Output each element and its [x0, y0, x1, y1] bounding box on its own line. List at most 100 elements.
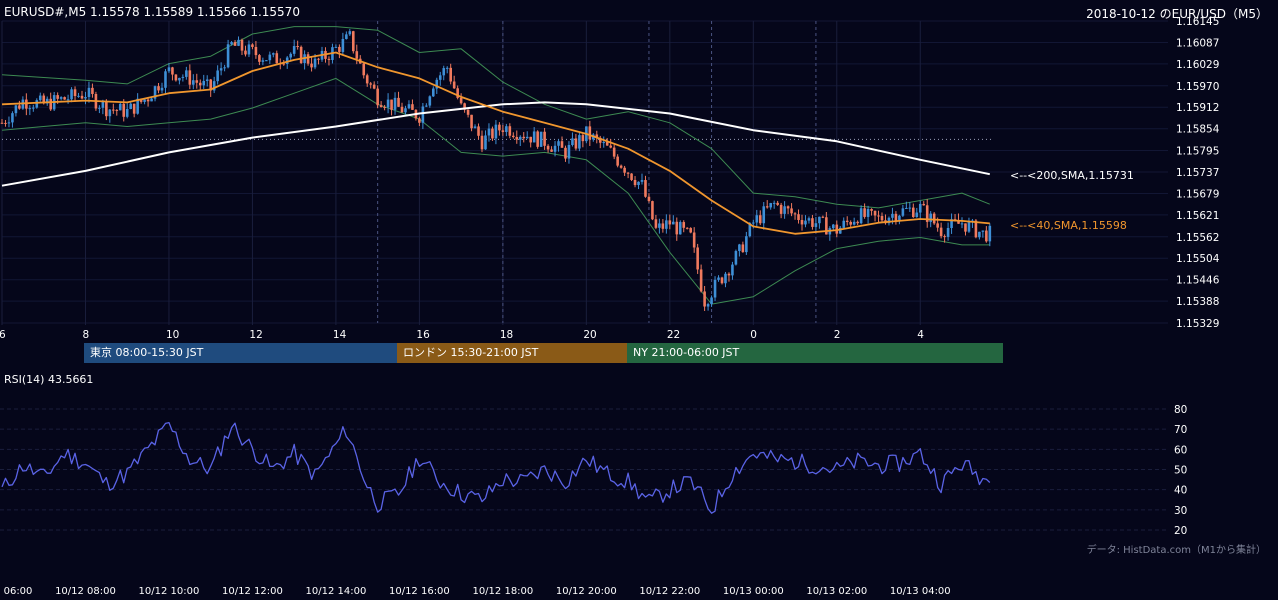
hour-tick-label: 22	[667, 329, 680, 341]
candle-body	[195, 80, 199, 83]
candle-body	[355, 51, 359, 59]
candle-body	[445, 67, 449, 69]
candle-body	[978, 231, 981, 238]
candle-body	[960, 223, 964, 225]
candle-body	[251, 44, 254, 47]
candle-body	[143, 99, 146, 102]
candle-body	[682, 222, 686, 228]
time-tick-label: 10/12 22:00	[639, 586, 700, 597]
price-tick-label: 1.16087	[1176, 37, 1219, 49]
rsi-tick-label: 50	[1174, 465, 1187, 477]
candle-body	[352, 31, 355, 52]
hour-tick-label: 12	[249, 329, 262, 341]
candle-body	[226, 44, 230, 68]
candle-body	[459, 97, 463, 104]
candle-body	[912, 207, 915, 217]
hour-tick-label: 18	[500, 329, 513, 341]
candle-body	[880, 216, 884, 221]
candle-body	[7, 122, 11, 124]
candle-body	[529, 136, 532, 143]
candle-body	[289, 53, 292, 58]
candle-body	[779, 204, 783, 214]
candle-body	[811, 218, 814, 227]
candle-body	[91, 87, 94, 94]
candle-body	[630, 173, 633, 180]
candle-body	[70, 89, 73, 100]
candle-body	[150, 98, 153, 102]
rsi-tick-label: 60	[1174, 444, 1187, 456]
candle-body	[11, 113, 14, 123]
candle-body	[658, 223, 661, 228]
candle-body	[164, 71, 167, 88]
price-tick-label: 1.16029	[1176, 59, 1219, 71]
candle-body	[915, 212, 919, 217]
candle-body	[845, 220, 849, 222]
candle-body	[108, 109, 112, 117]
candle-body	[265, 60, 268, 62]
candle-body	[129, 103, 132, 110]
candle-body	[640, 180, 644, 182]
candle-body	[254, 46, 258, 56]
time-tick-label: 10/12 16:00	[389, 586, 450, 597]
candle-body	[296, 46, 299, 48]
candle-body	[901, 208, 905, 216]
candle-body	[174, 74, 178, 81]
candle-body	[223, 67, 226, 69]
candle-body	[505, 126, 508, 132]
candle-body	[233, 42, 237, 46]
symbol-quote-label: EURUSD#,M5 1.15578 1.15589 1.15566 1.155…	[4, 5, 300, 19]
candle-body	[637, 181, 640, 186]
candle-body	[668, 220, 672, 225]
candle-body	[918, 203, 922, 213]
candle-body	[112, 109, 115, 111]
data-credit: データ: HistData.com（M1から集計）	[1086, 545, 1266, 556]
hour-tick-label: 6	[0, 329, 6, 341]
candle-body	[132, 103, 136, 114]
time-tick-label: 10/12 08:00	[55, 586, 116, 597]
candle-body	[932, 213, 936, 224]
candle-body	[4, 122, 7, 124]
candle-body	[480, 135, 484, 150]
candle-body	[310, 63, 313, 68]
candle-body	[560, 141, 564, 148]
price-tick-label: 1.15621	[1176, 210, 1219, 222]
price-tick-label: 1.15912	[1176, 102, 1219, 114]
candle-body	[755, 215, 759, 223]
candle-body	[964, 223, 967, 232]
candle-body	[205, 79, 209, 81]
candle-body	[188, 70, 192, 85]
price-tick-label: 1.15854	[1176, 124, 1220, 136]
chart-title: 2018-10-12 のEUR/USD（M5）	[1086, 7, 1268, 21]
candle-body	[939, 227, 943, 237]
candle-body	[390, 99, 393, 110]
candle-body	[863, 208, 866, 217]
candle-body	[192, 80, 195, 85]
hour-tick-label: 20	[583, 329, 596, 341]
candle-body	[769, 203, 772, 208]
candle-body	[498, 124, 501, 131]
candle-body	[873, 210, 877, 216]
price-tick-label: 1.15388	[1176, 296, 1219, 308]
candle-body	[633, 179, 637, 186]
candle-body	[543, 131, 546, 146]
candle-body	[877, 215, 880, 217]
candle-body	[365, 75, 369, 84]
candle-body	[14, 105, 18, 114]
candle-body	[609, 145, 612, 148]
candle-body	[866, 209, 870, 217]
candle-body	[198, 82, 202, 86]
candle-body	[345, 34, 348, 39]
candle-body	[157, 86, 160, 91]
candle-body	[348, 31, 352, 35]
candle-body	[49, 98, 52, 110]
candle-body	[449, 67, 452, 82]
candle-body	[762, 206, 766, 224]
candle-body	[397, 97, 400, 107]
time-tick-label: 10/12 10:00	[139, 586, 200, 597]
candle-body	[567, 144, 571, 159]
time-tick-label: 10/12 20:00	[556, 586, 617, 597]
candle-body	[550, 149, 553, 152]
candle-body	[758, 215, 762, 224]
candle-body	[647, 196, 651, 202]
candle-body	[372, 84, 376, 89]
